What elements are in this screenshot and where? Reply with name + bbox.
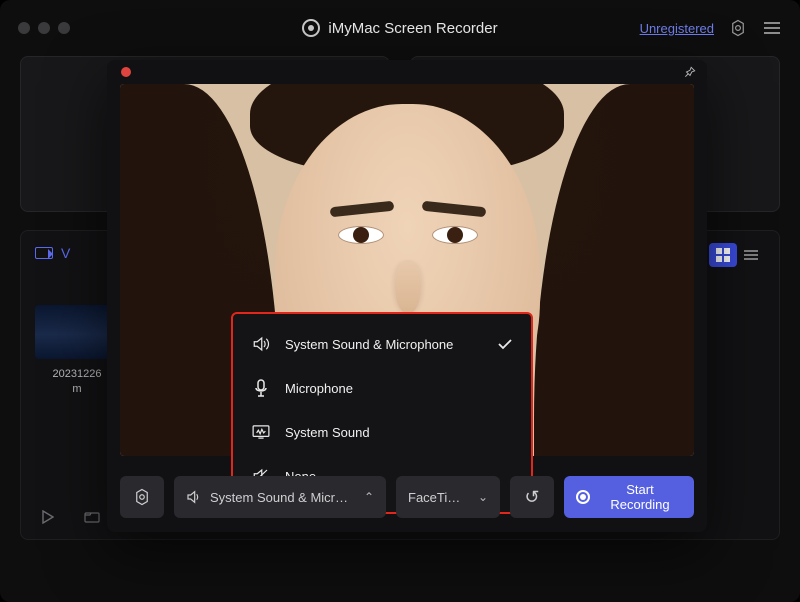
start-recording-button[interactable]: Start Recording [564,476,694,518]
app-window: iMyMac Screen Recorder Unregistered Vide… [0,0,800,602]
audio-option-label: System Sound & Microphone [285,337,453,352]
undo-icon: ↺ [524,487,539,508]
camera-source-label: FaceTime … [408,490,466,505]
speaker-icon [186,490,202,504]
app-logo-icon [302,19,320,37]
minimize-window-button[interactable] [38,22,50,34]
audio-option-label: System Sound [285,425,370,440]
unregistered-link[interactable]: Unregistered [640,21,714,36]
reset-button[interactable]: ↺ [510,476,554,518]
microphone-icon [251,378,271,398]
close-window-button[interactable] [18,22,30,34]
overlay-close-button[interactable] [121,67,131,77]
audio-source-label: System Sound & Microphone [210,490,352,505]
audio-option-label: Microphone [285,381,353,396]
grid-view-button[interactable] [709,243,737,267]
camera-source-dropdown[interactable]: FaceTime … ⌄ [396,476,500,518]
audio-option-system-sound[interactable]: System Sound [233,410,531,454]
webcam-overlay-panel: System Sound & Microphone Microphone Sys… [107,60,707,532]
menu-icon[interactable] [762,18,782,38]
overlay-titlebar [107,60,707,84]
overlay-controls: System Sound & Microphone ⌃ FaceTime … ⌄… [120,476,694,518]
maximize-window-button[interactable] [58,22,70,34]
app-title: iMyMac Screen Recorder [328,20,497,37]
overlay-settings-button[interactable] [120,476,164,518]
view-toggle [709,243,765,267]
window-controls [18,22,70,34]
audio-option-microphone[interactable]: Microphone [233,366,531,410]
check-icon [497,338,513,350]
chevron-up-icon: ⌃ [364,490,374,504]
settings-icon[interactable] [728,18,748,38]
start-recording-label: Start Recording [598,482,682,512]
record-icon [576,490,590,504]
audio-option-system-and-mic[interactable]: System Sound & Microphone [233,322,531,366]
system-sound-icon [251,422,271,442]
speaker-sound-icon [251,334,271,354]
pin-icon[interactable] [683,65,697,79]
play-icon[interactable] [39,508,57,526]
video-tab-icon [35,247,53,259]
chevron-down-icon: ⌄ [478,490,488,504]
list-view-button[interactable] [737,243,765,267]
titlebar: iMyMac Screen Recorder Unregistered [0,0,800,56]
audio-source-dropdown[interactable]: System Sound & Microphone ⌃ [174,476,386,518]
folder-icon[interactable] [83,508,101,526]
list-tab-label: V [61,245,70,261]
